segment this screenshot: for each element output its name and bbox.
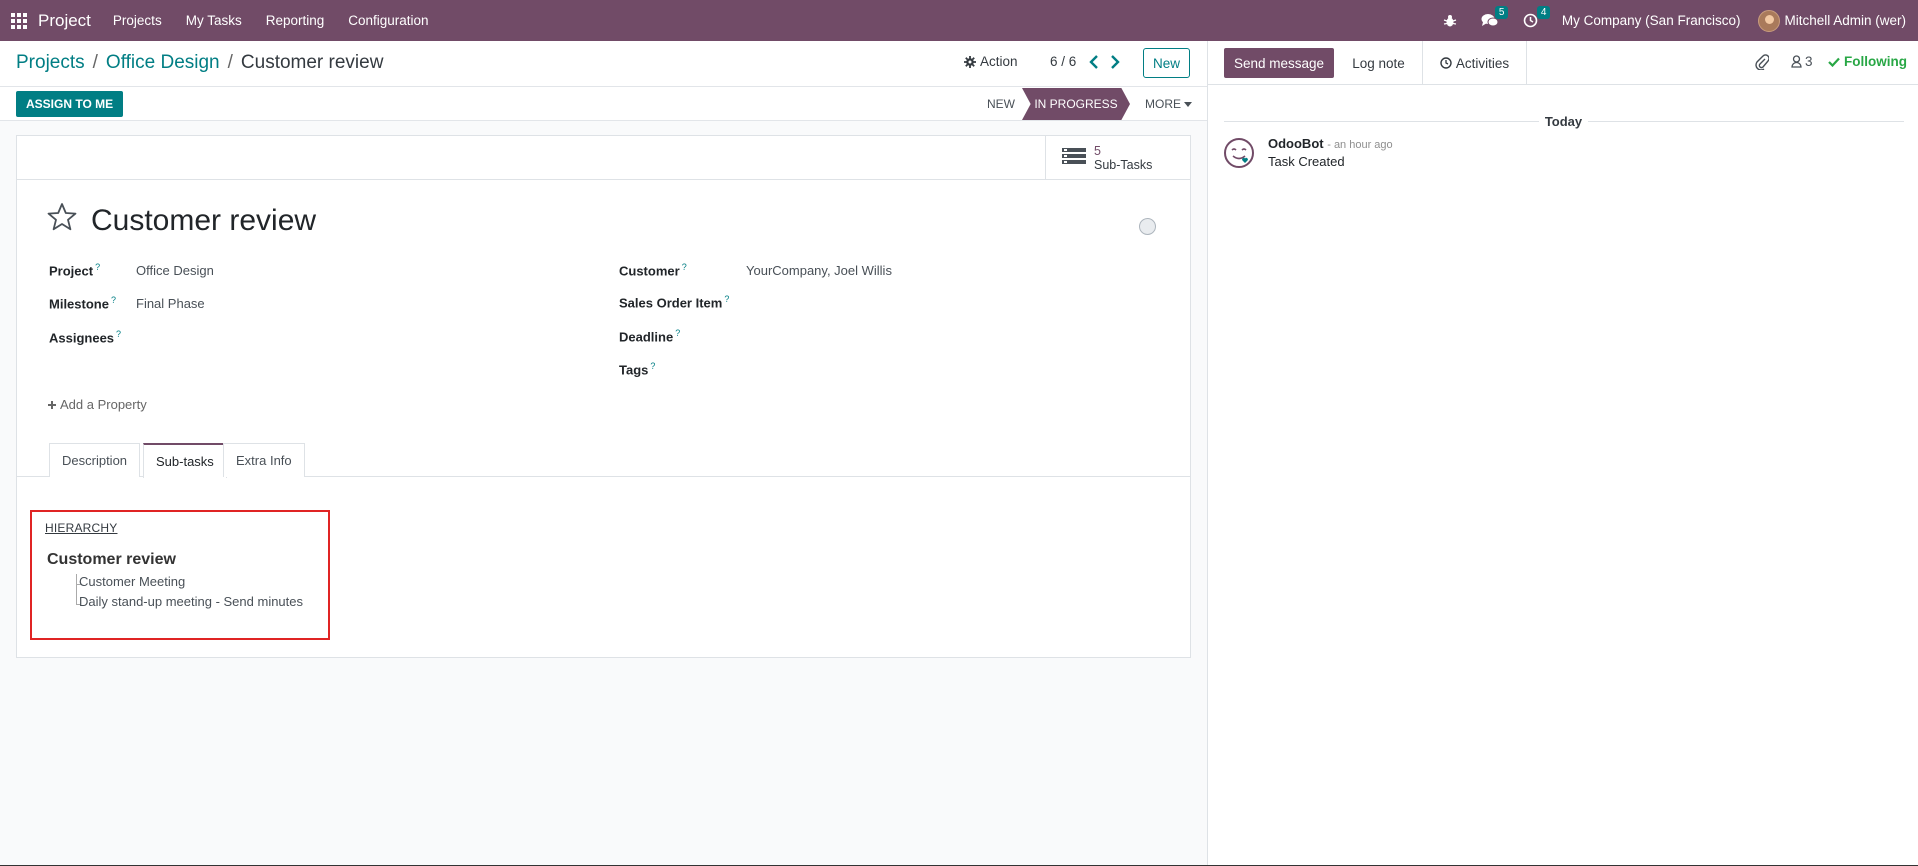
- app-name[interactable]: Project: [38, 11, 91, 31]
- breadcrumb: Projects / Office Design / Customer revi…: [16, 52, 383, 74]
- subtasks-count: 5: [1094, 144, 1101, 158]
- star-priority-icon[interactable]: [47, 202, 77, 232]
- help-tooltip-icon[interactable]: ?: [116, 329, 121, 339]
- kanban-state-indicator[interactable]: [1139, 218, 1156, 235]
- user-menu[interactable]: Mitchell Admin (wer): [1784, 13, 1906, 28]
- subtasks-smart-button[interactable]: 5 Sub-Tasks: [1045, 136, 1190, 180]
- following-toggle[interactable]: Following: [1828, 54, 1907, 69]
- messages-count-badge: 5: [1494, 6, 1509, 19]
- chevron-left-icon[interactable]: [1087, 53, 1101, 71]
- tab-extra-info[interactable]: Extra Info: [223, 443, 305, 477]
- action-label: Action: [980, 54, 1018, 69]
- clock-icon: [1440, 57, 1452, 69]
- paperclip-icon[interactable]: [1755, 54, 1769, 70]
- following-label: Following: [1844, 54, 1907, 69]
- customer-field-value[interactable]: YourCompany, Joel Willis: [746, 263, 892, 278]
- deadline-field-label: Deadline?: [619, 328, 681, 345]
- help-tooltip-icon[interactable]: ?: [95, 262, 100, 272]
- tab-sub-tasks[interactable]: Sub-tasks: [143, 443, 227, 478]
- tasks-list-icon: [1062, 148, 1086, 164]
- pager-value[interactable]: 6 / 6: [1050, 54, 1076, 69]
- menu-projects[interactable]: Projects: [113, 13, 162, 28]
- control-panel: Projects / Office Design / Customer revi…: [0, 41, 1207, 87]
- tab-description[interactable]: Description: [49, 443, 141, 477]
- breadcrumb-separator: /: [227, 52, 233, 73]
- help-tooltip-icon[interactable]: ?: [724, 294, 729, 304]
- form-view: Projects / Office Design / Customer revi…: [0, 41, 1207, 866]
- activities-label: Activities: [1455, 55, 1510, 71]
- hierarchy-title[interactable]: HIERARCHY: [45, 521, 117, 535]
- subtasks-label: Sub-Tasks: [1094, 158, 1153, 172]
- send-message-button[interactable]: Send message: [1224, 48, 1335, 78]
- tags-field-label: Tags?: [619, 361, 656, 378]
- date-separator-label: Today: [1208, 114, 1918, 129]
- check-icon: [1828, 57, 1840, 67]
- hierarchy-child-task[interactable]: Daily stand-up meeting - Send minutes: [79, 594, 303, 609]
- chatter-panel: Send message Log note Activities 3 Follo…: [1207, 41, 1918, 866]
- menu-my-tasks[interactable]: My Tasks: [186, 13, 242, 28]
- stage-more-dropdown[interactable]: MORE: [1145, 87, 1192, 121]
- add-property-label: Add a Property: [60, 397, 147, 412]
- message-body: Task Created: [1268, 154, 1345, 169]
- breadcrumb-office-design[interactable]: Office Design: [106, 52, 220, 74]
- customer-field-label: Customer?: [619, 262, 687, 279]
- message-author: OdooBot - an hour ago: [1268, 136, 1393, 151]
- add-property-button[interactable]: Add a Property: [47, 397, 147, 412]
- message-date: - an hour ago: [1327, 139, 1393, 151]
- date-separator: Today: [1208, 114, 1918, 129]
- task-title[interactable]: Customer review: [91, 204, 316, 238]
- top-navbar: Project Projects My Tasks Reporting Conf…: [0, 0, 1918, 41]
- activities-count-badge: 4: [1536, 6, 1551, 19]
- sales-order-item-field-label: Sales Order Item?: [619, 294, 730, 311]
- milestone-field-value[interactable]: Final Phase: [136, 296, 205, 311]
- notebook-tabs: Description Sub-tasks Extra Info: [17, 443, 1190, 478]
- breadcrumb-current: Customer review: [240, 52, 384, 73]
- new-record-button[interactable]: New: [1143, 48, 1190, 78]
- hierarchy-root-task[interactable]: Customer review: [47, 551, 176, 569]
- caret-down-icon: [1184, 101, 1192, 107]
- menu-reporting[interactable]: Reporting: [266, 13, 325, 28]
- plus-icon: [48, 400, 56, 409]
- apps-menu-icon[interactable]: [0, 0, 38, 41]
- followers-button[interactable]: 3: [1791, 54, 1813, 69]
- milestone-field-label: Milestone?: [49, 295, 116, 312]
- hierarchy-child-task[interactable]: Customer Meeting: [79, 574, 185, 589]
- hierarchy-widget: HIERARCHY Customer review Customer Meeti…: [30, 510, 330, 640]
- followers-count: 3: [1805, 54, 1813, 69]
- help-tooltip-icon[interactable]: ?: [682, 262, 687, 272]
- more-label: MORE: [1145, 97, 1181, 111]
- help-tooltip-icon[interactable]: ?: [675, 328, 680, 338]
- statusbar-row: ASSIGN TO ME NEW IN PROGRESS MORE: [0, 87, 1207, 121]
- user-avatar[interactable]: [1758, 9, 1781, 32]
- stage-in-progress[interactable]: IN PROGRESS: [1022, 88, 1130, 120]
- chatter-topbar: Send message Log note Activities 3 Follo…: [1208, 41, 1918, 85]
- stage-new[interactable]: NEW: [975, 87, 1027, 121]
- action-menu-button[interactable]: Action: [964, 54, 1018, 69]
- assignees-field-label: Assignees?: [49, 329, 122, 346]
- button-box: 5 Sub-Tasks: [17, 136, 1190, 180]
- project-field-value[interactable]: Office Design: [136, 263, 214, 278]
- chevron-right-icon[interactable]: [1108, 53, 1122, 71]
- user-icon: [1791, 55, 1802, 68]
- gear-icon: [964, 55, 976, 68]
- breadcrumb-projects[interactable]: Projects: [16, 52, 85, 74]
- breadcrumb-separator: /: [92, 52, 98, 73]
- debug-bug-icon[interactable]: [1443, 14, 1457, 28]
- activities-button[interactable]: Activities: [1423, 41, 1527, 85]
- activities-clock-icon[interactable]: 4: [1523, 6, 1551, 28]
- odoobot-avatar-icon[interactable]: [1223, 137, 1255, 169]
- help-tooltip-icon[interactable]: ?: [111, 295, 116, 305]
- menu-configuration[interactable]: Configuration: [348, 13, 428, 28]
- help-tooltip-icon[interactable]: ?: [650, 361, 655, 371]
- messages-icon[interactable]: 5: [1481, 6, 1509, 28]
- form-sheet: 5 Sub-Tasks Customer review Project? Off…: [16, 135, 1191, 658]
- log-note-button[interactable]: Log note: [1335, 41, 1423, 85]
- project-field-label: Project?: [49, 262, 101, 279]
- assign-to-me-button[interactable]: ASSIGN TO ME: [16, 91, 124, 117]
- company-switcher[interactable]: My Company (San Francisco): [1562, 13, 1741, 28]
